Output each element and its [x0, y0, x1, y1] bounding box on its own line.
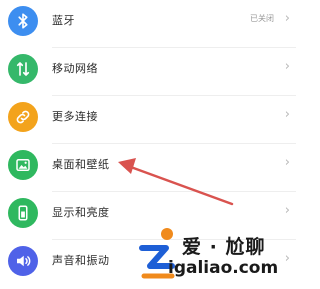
settings-item-label: 更多连接: [52, 110, 98, 123]
chevron-right-icon: ›: [284, 155, 290, 170]
settings-item-label: 显示和亮度: [52, 206, 110, 219]
watermark-url: igaliao.com: [168, 258, 279, 278]
chevron-right-icon: ›: [284, 11, 290, 26]
watermark-text: 爱 · 尬聊: [182, 236, 266, 258]
link-icon: [8, 102, 38, 132]
settings-item-mobile-network[interactable]: 移动网络 ›: [0, 48, 296, 96]
chevron-right-icon: ›: [284, 203, 290, 218]
wallpaper-icon: [8, 150, 38, 180]
watermark: 爱 · 尬聊 igaliao.com: [136, 220, 296, 289]
settings-screen: 蓝牙 已关闭 › 移动网络 › 更多连接 › 桌面和壁纸 › 显示和亮度 › 声…: [0, 0, 296, 289]
settings-item-label: 声音和振动: [52, 254, 110, 267]
settings-item-bluetooth[interactable]: 蓝牙 已关闭 ›: [0, 0, 296, 48]
chevron-right-icon: ›: [284, 59, 290, 74]
bluetooth-status: 已关闭: [250, 14, 274, 23]
settings-item-label: 移动网络: [52, 62, 98, 75]
chevron-right-icon: ›: [284, 107, 290, 122]
settings-item-more-connections[interactable]: 更多连接 ›: [0, 96, 296, 144]
mobile-network-icon: [8, 54, 38, 84]
sound-icon: [8, 246, 38, 276]
settings-item-label: 蓝牙: [52, 14, 75, 27]
settings-item-label: 桌面和壁纸: [52, 158, 110, 171]
bluetooth-icon: [8, 6, 38, 36]
display-icon: [8, 198, 38, 228]
settings-item-home-wallpaper[interactable]: 桌面和壁纸 ›: [0, 144, 296, 192]
